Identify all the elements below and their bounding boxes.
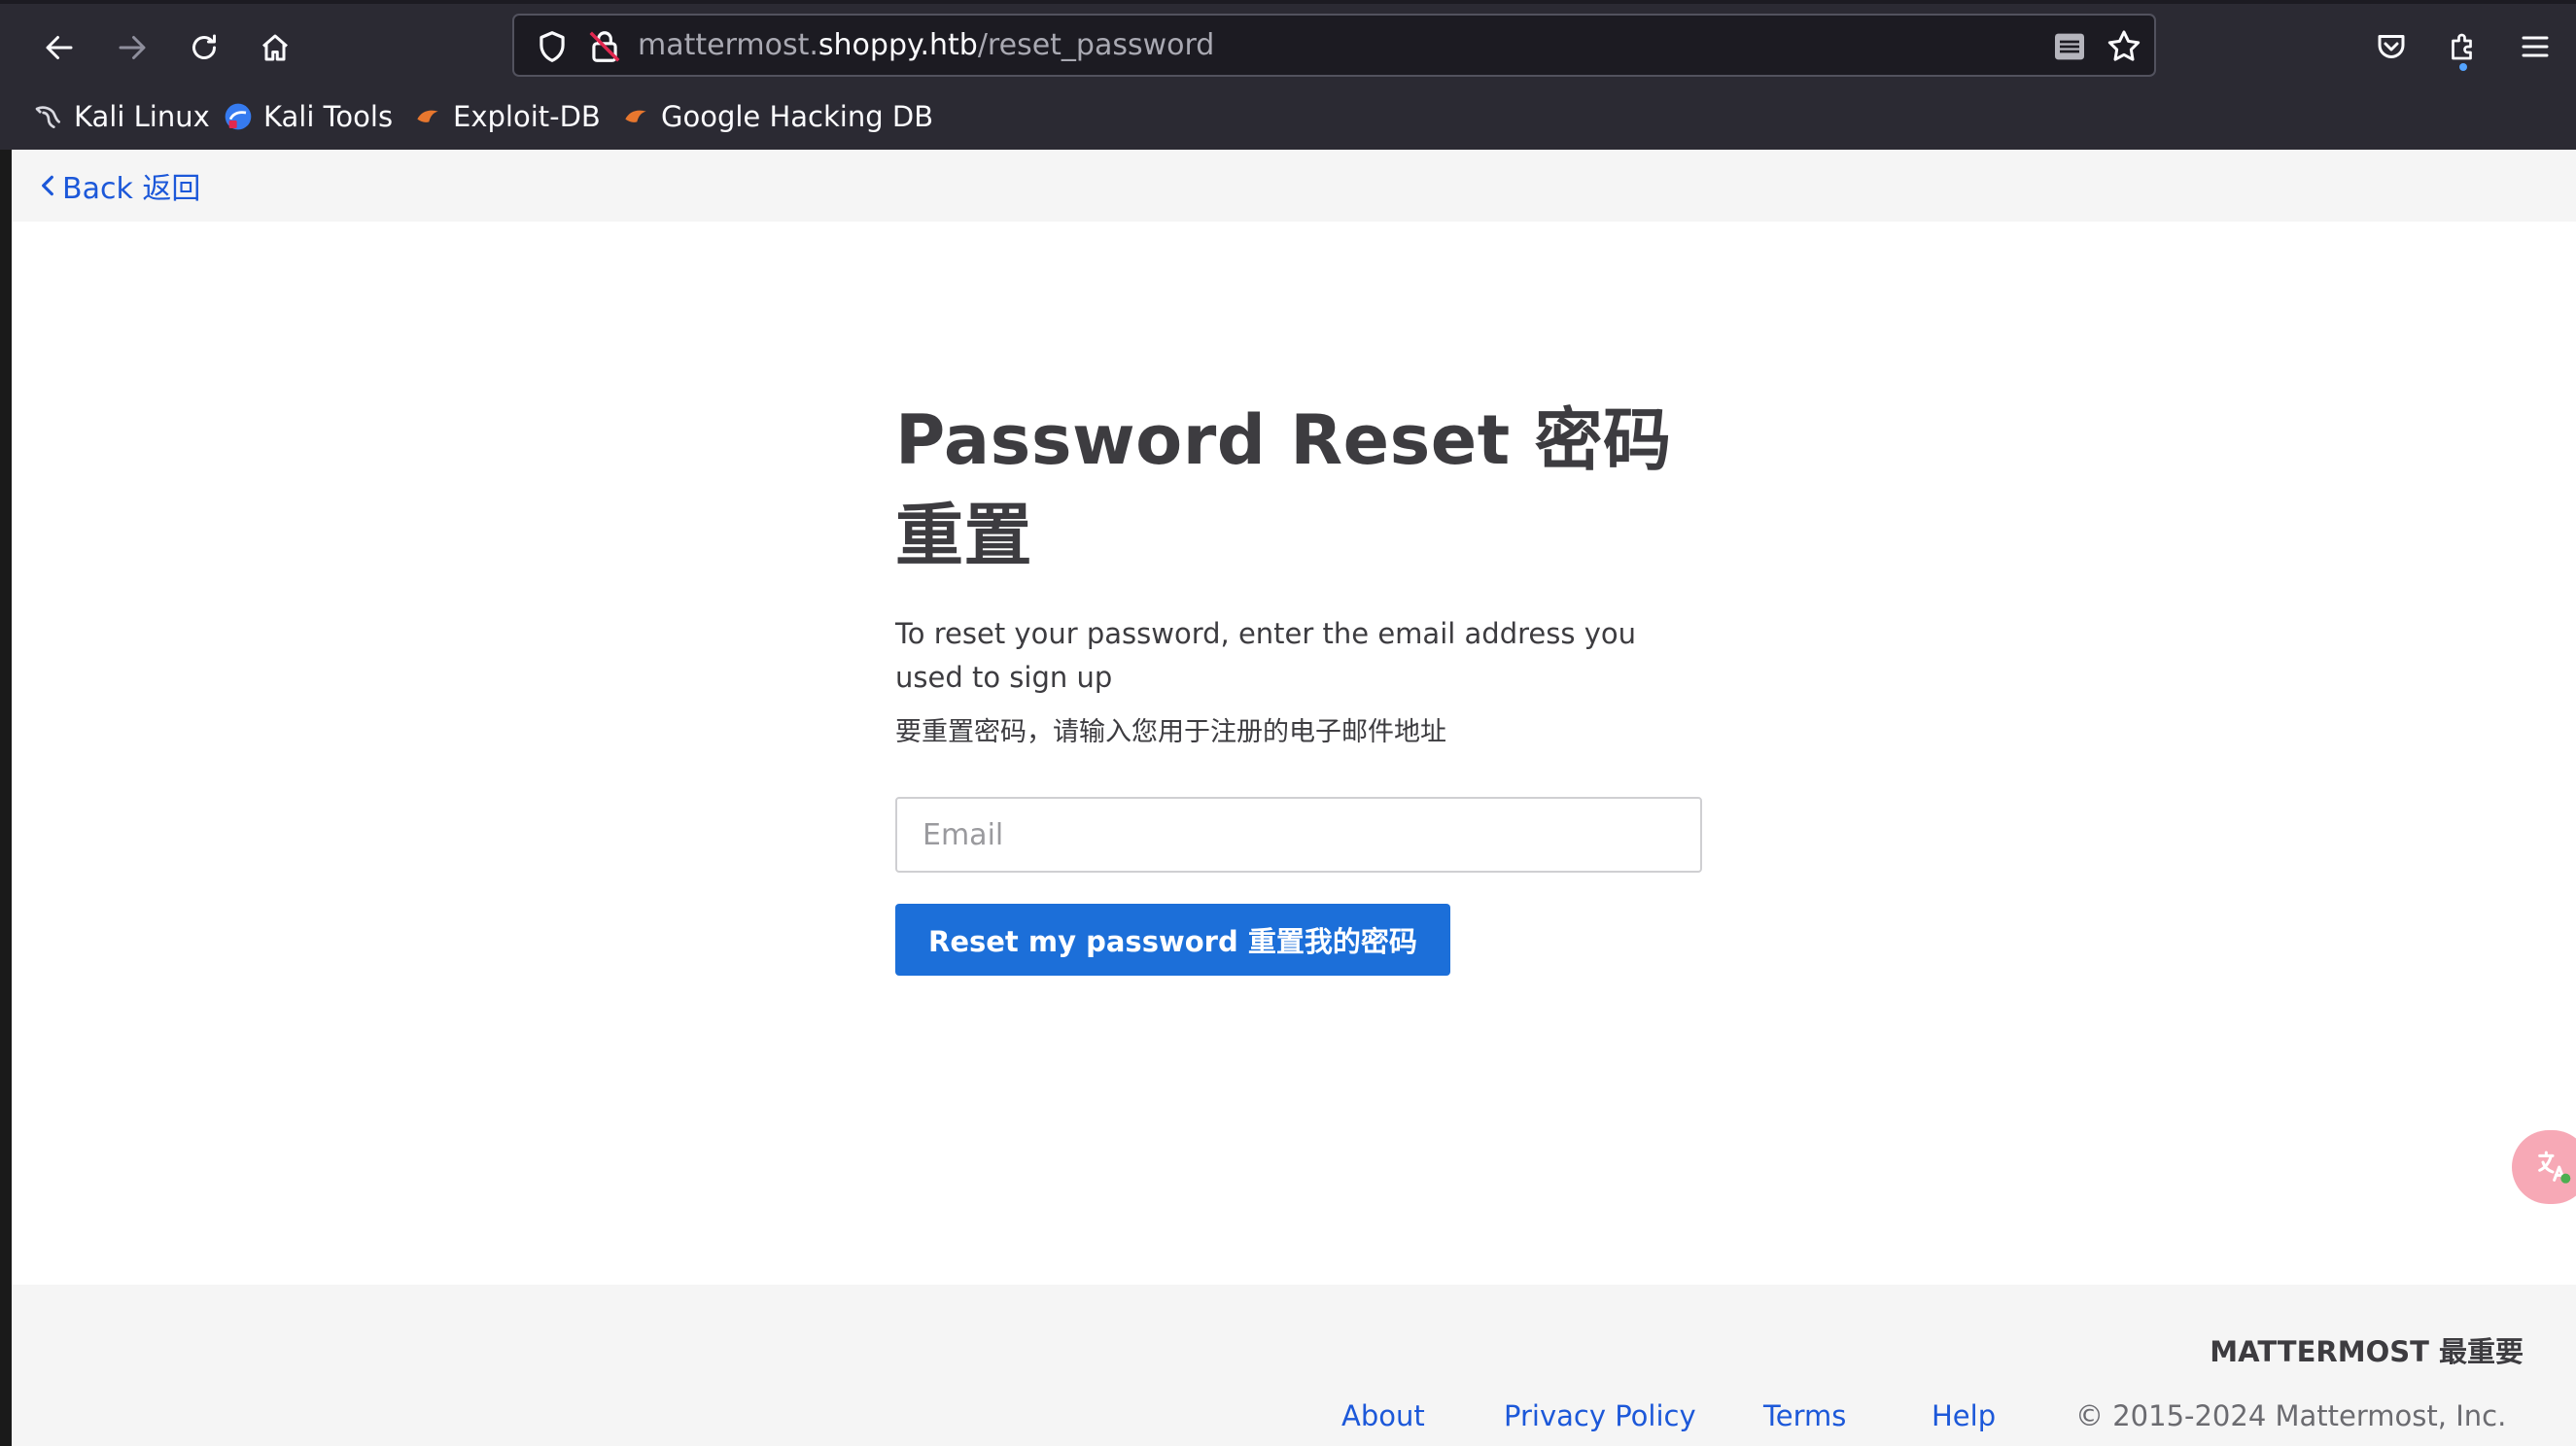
insecure-lock-icon[interactable] bbox=[586, 28, 623, 65]
menu-button[interactable] bbox=[2508, 19, 2562, 74]
email-input[interactable] bbox=[895, 797, 1702, 873]
address-bar[interactable]: mattermost.shoppy.htb/reset_password bbox=[512, 14, 2156, 77]
kali-tools-icon bbox=[225, 103, 252, 130]
footer-link-about[interactable]: About bbox=[1341, 1399, 1425, 1432]
bookmark-label: Kali Tools bbox=[263, 100, 394, 133]
bookmark-exploit-db[interactable]: Exploit-DB bbox=[412, 89, 601, 144]
page-title: Password Reset 密码重置 bbox=[895, 400, 1672, 575]
pocket-icon bbox=[2378, 35, 2405, 58]
bookmarks-toolbar: Kali Linux Kali Tools Exploit-DB Google … bbox=[0, 89, 2576, 144]
back-bar: Back 返回 bbox=[12, 150, 2576, 222]
home-button[interactable] bbox=[246, 18, 304, 77]
browser-toolbar: mattermost.shoppy.htb/reset_password Kal… bbox=[0, 0, 2576, 150]
chevron-left-icon bbox=[42, 175, 53, 196]
reset-password-button[interactable]: Reset my password 重置我的密码 bbox=[895, 904, 1450, 976]
footer-brand: MATTERMOST 最重要 bbox=[2210, 1335, 2524, 1368]
shield-icon[interactable] bbox=[534, 28, 571, 65]
instructions-text: To reset your password, enter the email … bbox=[895, 617, 1636, 694]
footer-link-help[interactable]: Help bbox=[1932, 1399, 1996, 1432]
puzzle-icon bbox=[2452, 33, 2472, 60]
tab-strip-edge bbox=[0, 0, 2576, 4]
url-text[interactable]: mattermost.shoppy.htb/reset_password bbox=[638, 16, 1214, 75]
translate-icon bbox=[2538, 1151, 2571, 1184]
bookmark-label: Google Hacking DB bbox=[661, 100, 934, 133]
footer-copyright: © 2015-2024 Mattermost, Inc. bbox=[2075, 1399, 2507, 1432]
reload-icon bbox=[192, 34, 216, 59]
kali-dragon-icon bbox=[35, 106, 60, 128]
footer: MATTERMOST 最重要 About Privacy Policy Term… bbox=[12, 1285, 2576, 1446]
pocket-button[interactable] bbox=[2364, 19, 2419, 74]
url-prefix: mattermost. bbox=[638, 28, 818, 62]
footer-link-terms[interactable]: Terms bbox=[1763, 1399, 1846, 1432]
translate-widget[interactable] bbox=[2512, 1130, 2576, 1204]
forward-button[interactable] bbox=[103, 18, 161, 77]
ghdb-icon bbox=[625, 110, 646, 122]
back-button[interactable] bbox=[30, 18, 88, 77]
reset-form: Password Reset 密码重置 To reset your passwo… bbox=[895, 393, 1702, 976]
footer-link-privacy-policy[interactable]: Privacy Policy bbox=[1504, 1399, 1696, 1432]
bookmark-label: Kali Linux bbox=[74, 100, 210, 133]
bookmark-kali-tools[interactable]: Kali Tools bbox=[223, 89, 393, 144]
url-host: shoppy.htb bbox=[818, 28, 978, 62]
back-label: Back 返回 bbox=[62, 172, 201, 206]
window-left-edge bbox=[0, 150, 12, 1446]
page-content: Back 返回 Password Reset 密码重置 To reset you… bbox=[0, 150, 2576, 1446]
bookmark-label: Exploit-DB bbox=[453, 100, 601, 133]
extension-badge-dot bbox=[2459, 63, 2467, 71]
arrow-left-icon bbox=[46, 36, 73, 59]
hamburger-menu-icon bbox=[2522, 36, 2549, 57]
bookmark-google-hacking-db[interactable]: Google Hacking DB bbox=[620, 89, 933, 144]
home-icon bbox=[262, 34, 288, 61]
reader-view-icon[interactable] bbox=[2050, 27, 2089, 66]
back-link[interactable]: Back 返回 bbox=[39, 163, 200, 208]
url-path: /reset_password bbox=[977, 28, 1215, 62]
bookmark-kali-linux[interactable]: Kali Linux bbox=[33, 89, 210, 144]
arrow-right-icon bbox=[119, 36, 146, 59]
reload-button[interactable] bbox=[175, 18, 233, 77]
exploit-db-icon bbox=[417, 110, 438, 122]
bookmark-star-icon[interactable] bbox=[2105, 27, 2143, 66]
instructions-text-cn: 要重置密码，请输入您用于注册的电子邮件地址 bbox=[895, 717, 1446, 747]
